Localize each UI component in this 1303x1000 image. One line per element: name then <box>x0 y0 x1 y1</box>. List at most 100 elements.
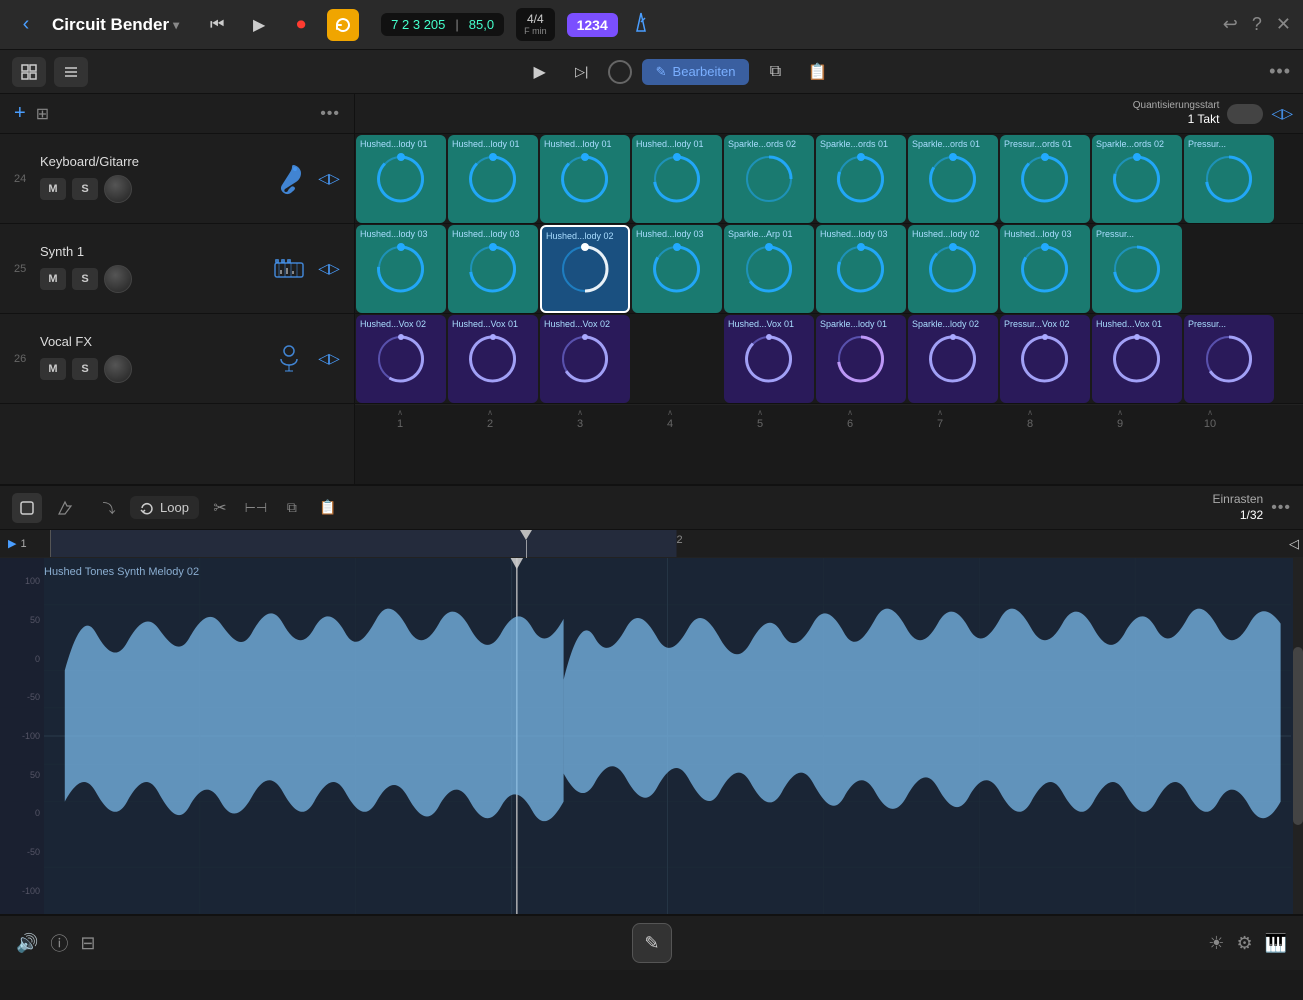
scrollbar-thumb[interactable] <box>1293 647 1303 825</box>
sidebar-more-button[interactable]: ••• <box>320 105 340 123</box>
track-cell[interactable]: Sparkle...lody 02 <box>908 315 998 403</box>
piano-keyboard-icon[interactable]: 🎹 <box>1265 933 1287 954</box>
list-view-button[interactable] <box>54 57 88 87</box>
track-cell[interactable]: Hushed...Vox 01 <box>724 315 814 403</box>
solo-button-keyboard[interactable]: S <box>72 178 98 200</box>
mute-button-keyboard[interactable]: M <box>40 178 66 200</box>
track-cell[interactable]: Pressur... <box>1092 225 1182 313</box>
info-button[interactable]: ⓘ <box>50 930 68 956</box>
quantize-toggle[interactable] <box>1227 104 1263 124</box>
cut-button[interactable]: ✂ <box>205 493 235 523</box>
track-cell[interactable]: Hushed...lody 03 <box>448 225 538 313</box>
track-cell[interactable]: Sparkle...ords 02 <box>724 135 814 223</box>
add-track-button[interactable]: + <box>14 102 26 125</box>
track-cell[interactable]: Sparkle...ords 01 <box>816 135 906 223</box>
rewind-button[interactable]: ⏮ <box>201 9 233 41</box>
solo-button-synth[interactable]: S <box>72 268 98 290</box>
track-cell[interactable]: Pressur...ords 01 <box>1000 135 1090 223</box>
volume-knob-vocal[interactable] <box>104 355 132 383</box>
track-cell[interactable]: Pressur...Vox 02 <box>1000 315 1090 403</box>
pencil-tool-button[interactable]: ✎ <box>632 923 672 963</box>
close-icon[interactable]: ✕ <box>1276 14 1291 35</box>
key-display[interactable]: 1234 <box>567 13 618 37</box>
grid-view-button[interactable] <box>12 57 46 87</box>
track-number-24: 24 <box>14 173 32 185</box>
trim-button[interactable]: ⊢⊣ <box>241 493 271 523</box>
edit-mode-button[interactable]: ✎ Bearbeiten <box>642 59 750 85</box>
sliders-icon[interactable]: ⚙ <box>1236 933 1252 954</box>
more-options-button[interactable]: ••• <box>1269 61 1291 82</box>
metronome-icon[interactable] <box>630 11 652 38</box>
stereo-pan-button-synth[interactable]: ◁▷ <box>318 258 340 280</box>
editor-more-button[interactable]: ••• <box>1271 499 1291 517</box>
time-signature: 4/4 F min <box>516 8 555 41</box>
track-cell-selected[interactable]: Hushed...lody 02 <box>540 225 630 313</box>
track-cell[interactable]: Pressur... <box>1184 135 1274 223</box>
play-button[interactable]: ▶ <box>243 9 275 41</box>
duplicate-track-button[interactable]: ⊞ <box>36 104 49 124</box>
sun-icon[interactable]: ☀ <box>1208 933 1224 954</box>
loop-button[interactable] <box>327 9 359 41</box>
cycle-record-button[interactable] <box>608 60 632 84</box>
playback-controls-center: ▶ ▷| ✎ Bearbeiten ⧉ 📋 <box>96 57 1261 87</box>
track-cell[interactable]: Sparkle...Arp 01 <box>724 225 814 313</box>
solo-button-vocal[interactable]: S <box>72 358 98 380</box>
timeline-bar[interactable]: 2 ◁ <box>50 530 1303 557</box>
track-cell[interactable]: Hushed...lody 03 <box>816 225 906 313</box>
paste-button[interactable]: 📋 <box>801 57 833 87</box>
undo-icon[interactable]: ↩ <box>1223 14 1238 35</box>
copy-region-button[interactable]: ⧉ <box>759 57 791 87</box>
stereo-pan-button-keyboard[interactable]: ◁▷ <box>318 168 340 190</box>
editor-square-button[interactable] <box>12 493 42 523</box>
track-cell[interactable]: Hushed...lody 03 <box>632 225 722 313</box>
back-button[interactable]: ‹ <box>12 11 40 39</box>
mute-button-vocal[interactable]: M <box>40 358 66 380</box>
track-cell[interactable]: Hushed...lody 02 <box>908 225 998 313</box>
track-cell[interactable]: Hushed...lody 01 <box>632 135 722 223</box>
stereo-pan-button-vocal[interactable]: ◁▷ <box>318 348 340 370</box>
loop-toggle-button[interactable]: Loop <box>130 496 199 519</box>
track-cell[interactable]: Hushed...lody 01 <box>356 135 446 223</box>
track-number-26: 26 <box>14 353 32 365</box>
track-cell[interactable]: Hushed...Vox 02 <box>356 315 446 403</box>
play-from-start-button[interactable]: ▶ <box>524 57 556 87</box>
project-title[interactable]: Circuit Bender ▾ <box>52 15 179 35</box>
paste-region-button[interactable]: 📋 <box>313 493 343 523</box>
project-menu-arrow: ▾ <box>173 18 179 32</box>
layout-button[interactable]: ⊟ <box>80 933 95 954</box>
play-to-end-button[interactable]: ▷| <box>566 57 598 87</box>
track-row-1: Hushed...lody 01 Hushed...lody 01 Hushed… <box>355 134 1303 224</box>
editor-tool-button[interactable] <box>50 493 80 523</box>
track-cell[interactable]: Sparkle...ords 02 <box>1092 135 1182 223</box>
track-cell[interactable]: Pressur... <box>1184 315 1274 403</box>
insert-region-button[interactable]: ⤵ <box>94 493 124 523</box>
speaker-button[interactable]: 🔊 <box>16 933 38 954</box>
y-label-0-top: 0 <box>0 654 44 664</box>
copy-region-button-2[interactable]: ⧉ <box>277 493 307 523</box>
top-right-icons: ↩ ? ✕ <box>1223 14 1291 35</box>
pan-icon[interactable]: ◁▷ <box>1271 105 1293 122</box>
help-icon[interactable]: ? <box>1252 14 1262 35</box>
track-cell[interactable]: Hushed...Vox 01 <box>1092 315 1182 403</box>
playhead[interactable] <box>526 530 538 557</box>
track-cell[interactable]: Hushed...Vox 02 <box>540 315 630 403</box>
track-cell[interactable]: Sparkle...lody 01 <box>816 315 906 403</box>
volume-knob-synth[interactable] <box>104 265 132 293</box>
volume-knob-keyboard[interactable] <box>104 175 132 203</box>
vertical-scrollbar[interactable] <box>1293 558 1303 914</box>
waveform-svg[interactable] <box>44 558 1291 914</box>
track-cell[interactable]: Hushed...lody 03 <box>356 225 446 313</box>
track-num-6: ∧ 6 <box>805 405 895 432</box>
mute-button-synth[interactable]: M <box>40 268 66 290</box>
track-num-1: ∧ 1 <box>355 405 445 432</box>
bottom-right-icons: ☀ ⚙ 🎹 <box>1208 933 1287 954</box>
track-cell[interactable]: Hushed...Vox 01 <box>448 315 538 403</box>
track-cell[interactable]: Hushed...lody 01 <box>540 135 630 223</box>
track-cell[interactable]: Hushed...lody 01 <box>448 135 538 223</box>
quantize-bar: Quantisierungsstart 1 Takt ◁▷ <box>355 94 1303 134</box>
track-cell[interactable]: Sparkle...ords 01 <box>908 135 998 223</box>
quantize-label-text: Quantisierungsstart <box>1133 99 1220 112</box>
track-row-2: Hushed...lody 03 Hushed...lody 03 Hushed… <box>355 224 1303 314</box>
track-cell[interactable]: Hushed...lody 03 <box>1000 225 1090 313</box>
record-button[interactable]: ⏺ <box>285 9 317 41</box>
